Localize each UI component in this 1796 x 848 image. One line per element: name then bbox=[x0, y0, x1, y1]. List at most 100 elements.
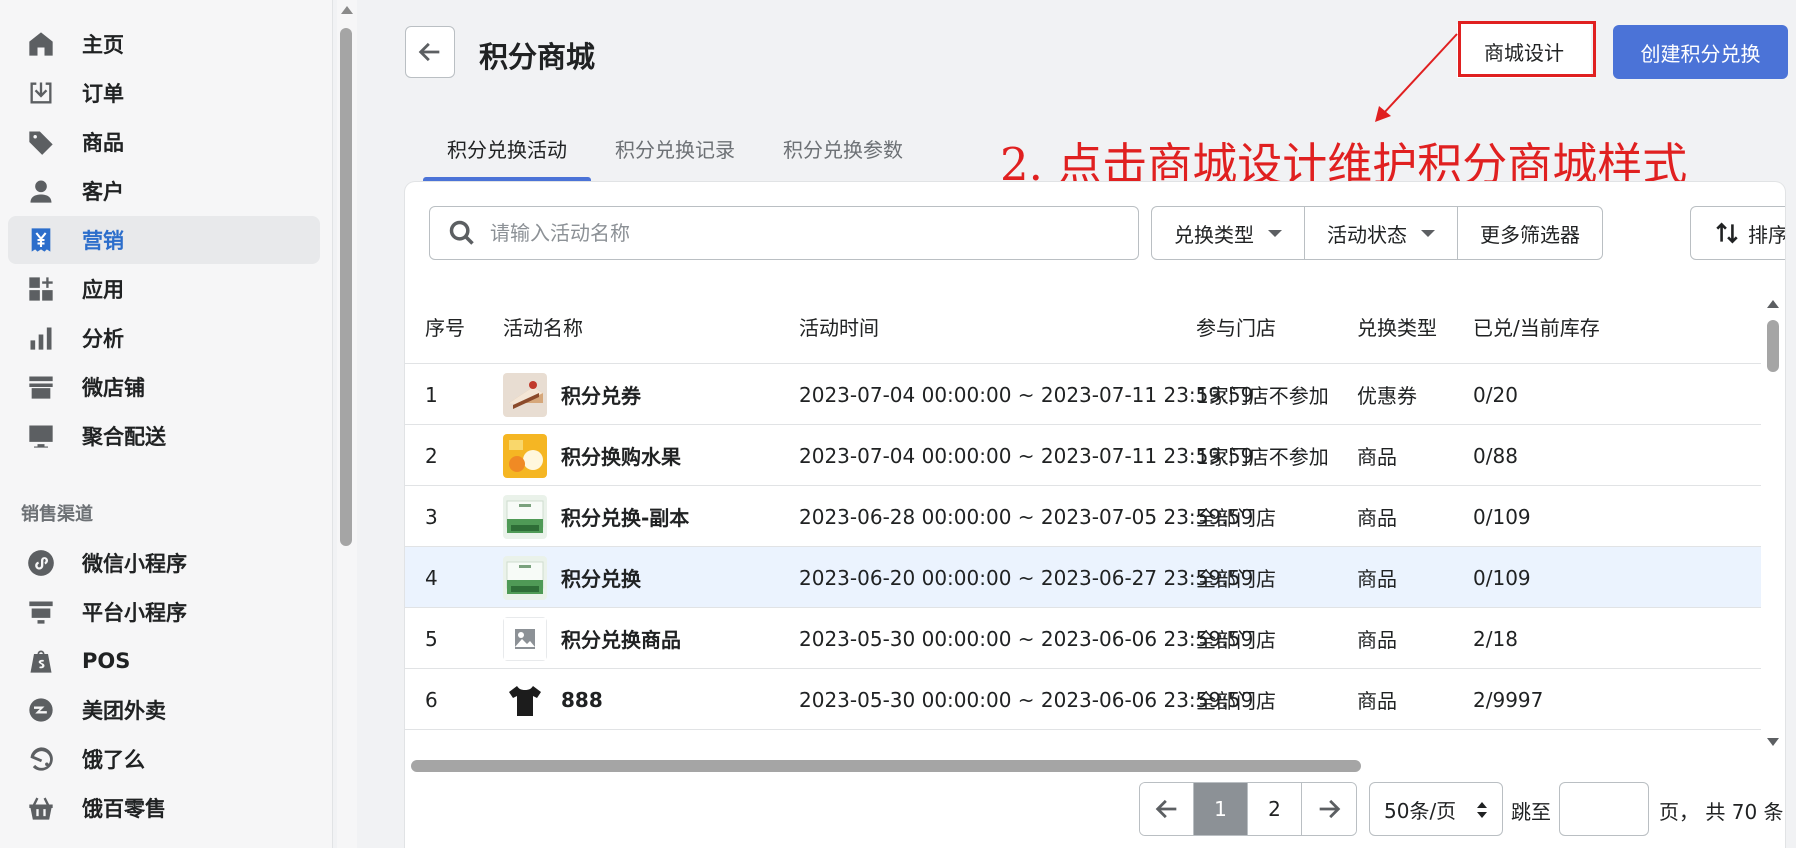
cell-stock: 0/88 bbox=[1473, 443, 1518, 468]
search-input[interactable] bbox=[490, 221, 1110, 245]
sidebar-item-label: 营销 bbox=[82, 229, 124, 253]
channel-item-5[interactable]: 饿百零售 bbox=[8, 784, 320, 832]
sidebar-scroll-thumb[interactable] bbox=[340, 28, 352, 546]
channel-item-2[interactable]: POS bbox=[8, 637, 320, 685]
col-header-stock[interactable]: 已兑/当前库存 bbox=[1473, 288, 1600, 364]
cell-time: 2023-06-28 00:00:00 ~ 2023-07-05 23:59:5… bbox=[799, 504, 1254, 529]
table-scroll-up-icon[interactable] bbox=[1767, 300, 1779, 308]
cell-type: 优惠券 bbox=[1357, 384, 1417, 408]
table-row[interactable]: 1 积分兑券 2023-07-04 00:00:00 ~ 2023-07-11 23… bbox=[405, 364, 1761, 425]
channel-item-label: 微信小程序 bbox=[82, 552, 187, 576]
sidebar-item-label: 分析 bbox=[82, 327, 124, 351]
back-button[interactable] bbox=[405, 26, 455, 78]
channel-item-1[interactable]: 平台小程序 bbox=[8, 588, 320, 636]
per-page-value: 50条/页 bbox=[1384, 798, 1457, 823]
yen-icon bbox=[26, 225, 56, 255]
channel-item-3[interactable]: 美团外卖 bbox=[8, 686, 320, 734]
cell-stock: 0/109 bbox=[1473, 504, 1531, 529]
store-icon bbox=[26, 372, 56, 402]
orders-icon bbox=[26, 78, 56, 108]
search-icon bbox=[449, 220, 474, 245]
sidebar-item-0[interactable]: 主页 bbox=[8, 20, 320, 68]
sidebar-item-2[interactable]: 商品 bbox=[8, 118, 320, 166]
create-points-exchange-button[interactable]: 创建积分兑换 bbox=[1613, 25, 1788, 79]
col-header-type[interactable]: 兑换类型 bbox=[1357, 288, 1437, 364]
cell-name: 积分换购水果 bbox=[503, 425, 681, 486]
activity-name[interactable]: 积分兑换 bbox=[561, 563, 641, 592]
eleme-icon bbox=[26, 744, 56, 774]
col-header-stores[interactable]: 参与门店 bbox=[1196, 288, 1276, 364]
tab-exchange-params[interactable]: 积分兑换参数 bbox=[759, 120, 927, 182]
cell-stock: 2/9997 bbox=[1473, 687, 1544, 712]
cell-stores: 1家门店不参加 bbox=[1196, 445, 1329, 469]
annotation-arrow bbox=[1375, 33, 1458, 122]
sidebar-item-8[interactable]: 聚合配送 bbox=[8, 412, 320, 460]
table-row[interactable]: 3 积分兑换-副本 2023-06-28 00:00:00 ~ 2023-07-05… bbox=[405, 486, 1761, 547]
table-row[interactable]: 2 积分换购水果 2023-07-04 00:00:00 ~ 2023-07-11 … bbox=[405, 425, 1761, 486]
sidebar-item-3[interactable]: 客户 bbox=[8, 167, 320, 215]
cell-stock: 0/109 bbox=[1473, 565, 1531, 590]
cell-name: 积分兑换-副本 bbox=[503, 486, 689, 547]
channel-item-label: 平台小程序 bbox=[82, 601, 187, 625]
cell-no: 5 bbox=[425, 626, 438, 651]
table-row[interactable]: 5 积分兑换商品 2023-05-30 00:00:00 ~ 2023-06-06 … bbox=[405, 608, 1761, 669]
cell-time: 2023-05-30 00:00:00 ~ 2023-06-06 23:59:5… bbox=[799, 626, 1254, 651]
cell-time: 2023-06-20 00:00:00 ~ 2023-06-27 23:59:5… bbox=[799, 565, 1254, 590]
prev-page-button[interactable] bbox=[1140, 783, 1194, 835]
col-header-no[interactable]: 序号 bbox=[425, 288, 465, 364]
jump-page-input[interactable] bbox=[1559, 782, 1649, 836]
sidebar-item-5[interactable]: 应用 bbox=[8, 265, 320, 313]
page-button-2[interactable]: 2 bbox=[1248, 783, 1302, 835]
sidebar-item-label: 客户 bbox=[82, 180, 124, 204]
platform-icon bbox=[26, 597, 56, 627]
sidebar-item-4[interactable]: 营销 bbox=[8, 216, 320, 264]
per-page-select[interactable]: 50条/页 bbox=[1369, 782, 1503, 836]
channel-item-4[interactable]: 饿了么 bbox=[8, 735, 320, 783]
next-page-button[interactable] bbox=[1302, 783, 1356, 835]
exchange-type-filter[interactable]: 兑换类型 bbox=[1152, 207, 1305, 259]
search-box[interactable] bbox=[429, 206, 1139, 260]
jump-label: 跳至 bbox=[1511, 800, 1551, 824]
mini-program-icon bbox=[26, 548, 56, 578]
caret-down-icon bbox=[1268, 229, 1282, 237]
sidebar-item-1[interactable]: 订单 bbox=[8, 69, 320, 117]
cell-stores: 1家门店不参加 bbox=[1196, 384, 1329, 408]
product-thumbnail bbox=[503, 494, 547, 539]
cell-no: 2 bbox=[425, 443, 438, 468]
col-header-name[interactable]: 活动名称 bbox=[503, 288, 583, 364]
cell-name: 积分兑换 bbox=[503, 547, 641, 608]
tab-exchange-activities[interactable]: 积分兑换活动 bbox=[423, 120, 591, 182]
activities-table: 序号 活动名称 活动时间 参与门店 兑换类型 已兑/当前库存 1 积分兑券 2023… bbox=[405, 288, 1761, 788]
select-updown-icon bbox=[1477, 802, 1487, 818]
cell-stores: 全部门店 bbox=[1196, 506, 1276, 530]
sidebar-item-label: 主页 bbox=[82, 33, 124, 57]
cell-type: 商品 bbox=[1357, 445, 1397, 469]
sidebar-item-label: 订单 bbox=[82, 82, 124, 106]
col-header-time[interactable]: 活动时间 bbox=[799, 288, 879, 364]
sidebar-scrollbar[interactable] bbox=[337, 0, 357, 848]
sort-button[interactable]: 排序 bbox=[1690, 206, 1785, 260]
table-horizontal-scroll-thumb[interactable] bbox=[411, 760, 1361, 772]
activity-name[interactable]: 888 bbox=[561, 688, 603, 712]
exchange-type-label: 兑换类型 bbox=[1174, 222, 1254, 247]
sort-arrows-icon bbox=[1716, 222, 1738, 244]
sidebar-item-7[interactable]: 微店铺 bbox=[8, 363, 320, 411]
activity-name[interactable]: 积分兑换商品 bbox=[561, 624, 681, 653]
table-row[interactable]: 4 积分兑换 2023-06-20 00:00:00 ~ 2023-06-27 23… bbox=[405, 547, 1761, 608]
tab-exchange-records[interactable]: 积分兑换记录 bbox=[591, 120, 759, 182]
more-filters-button[interactable]: 更多筛选器 bbox=[1458, 207, 1602, 259]
page-button-1[interactable]: 1 bbox=[1194, 783, 1248, 835]
product-thumbnail bbox=[503, 372, 547, 417]
activity-name[interactable]: 积分兑换-副本 bbox=[561, 502, 689, 531]
activity-status-filter[interactable]: 活动状态 bbox=[1305, 207, 1458, 259]
pagination: 1 2 50条/页 跳至 页， 共 70 条 bbox=[405, 782, 1785, 848]
sidebar-item-6[interactable]: 分析 bbox=[8, 314, 320, 362]
table-vertical-scroll-thumb[interactable] bbox=[1767, 320, 1779, 372]
activity-name[interactable]: 积分兑券 bbox=[561, 380, 641, 409]
cell-time: 2023-07-04 00:00:00 ~ 2023-07-11 23:59:5… bbox=[799, 443, 1254, 468]
scroll-up-arrow-icon[interactable] bbox=[341, 6, 353, 14]
table-scroll-down-icon[interactable] bbox=[1767, 738, 1779, 746]
channel-item-0[interactable]: 微信小程序 bbox=[8, 539, 320, 587]
table-row[interactable]: 6 888 2023-05-30 00:00:00 ~ 2023-06-06 23:… bbox=[405, 669, 1761, 730]
activity-name[interactable]: 积分换购水果 bbox=[561, 441, 681, 470]
